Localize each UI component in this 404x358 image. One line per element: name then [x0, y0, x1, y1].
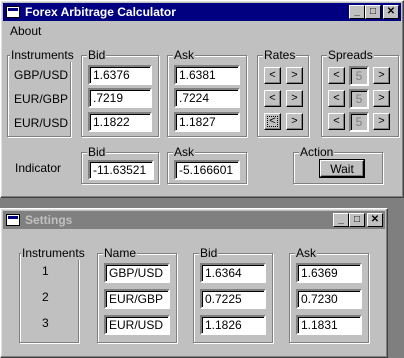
bid-group: Bid 1.6376 .7219 1.1822 — [81, 48, 159, 137]
rate-increase-eurgbp[interactable]: > — [286, 90, 303, 107]
main-window-title: Forex Arbitrage Calculator — [25, 5, 176, 19]
app-window-icon — [6, 6, 20, 18]
menu-about[interactable]: About — [4, 24, 47, 38]
ask-field-eurgbp[interactable]: .7224 — [174, 88, 240, 108]
action-group-label: Action — [299, 145, 335, 159]
minimize-button[interactable]: _ — [349, 5, 365, 19]
settings-ask-field-1[interactable]: 1.6369 — [296, 263, 362, 283]
settings-title-bar[interactable]: Settings — [3, 211, 385, 229]
settings-instruments-label: Instruments — [21, 246, 86, 260]
settings-ask-group: Ask 1.6369 0.7230 1.1831 — [289, 246, 369, 343]
indicator-bid-label: Bid — [87, 145, 107, 159]
spread-increase-gbpusd[interactable]: > — [373, 67, 390, 84]
ask-field-gbpusd[interactable]: 1.6381 — [174, 65, 240, 85]
settings-name-field-1[interactable]: GBP/USD — [104, 263, 170, 283]
indicator-label: Indicator — [15, 161, 62, 175]
settings-ask-field-3[interactable]: 1.1831 — [296, 315, 362, 335]
instruments-group-label: Instruments — [10, 48, 75, 62]
bid-field-eurusd[interactable]: 1.1822 — [88, 112, 152, 132]
settings-ask-field-2[interactable]: 0.7230 — [296, 289, 362, 309]
bid-field-eurgbp[interactable]: .7219 — [88, 88, 152, 108]
spread-decrease-gbpusd[interactable]: < — [328, 67, 345, 84]
settings-window: Settings _ □ ✕ Instruments 1 2 3 Name GB… — [0, 208, 388, 358]
settings-bid-field-3[interactable]: 1.1826 — [200, 315, 266, 335]
rate-increase-gbpusd[interactable]: > — [286, 67, 303, 84]
settings-name-field-2[interactable]: EUR/GBP — [104, 289, 170, 309]
settings-bid-field-2[interactable]: 0.7225 — [200, 289, 266, 309]
settings-name-group: Name GBP/USD EUR/GBP EUR/USD — [97, 246, 177, 343]
indicator-ask-field[interactable]: -5.166601 — [174, 160, 240, 180]
main-window: Forex Arbitrage Calculator _ □ ✕ About I… — [0, 0, 404, 198]
rates-group-label: Rates — [263, 48, 297, 62]
bid-field-gbpusd[interactable]: 1.6376 — [88, 65, 152, 85]
settings-index-3: 3 — [42, 316, 49, 330]
spread-field-eurusd: 5 — [349, 112, 369, 132]
spread-increase-eurgbp[interactable]: > — [373, 90, 390, 107]
spread-increase-eurusd[interactable]: > — [373, 113, 390, 130]
main-title-bar[interactable]: Forex Arbitrage Calculator — [3, 3, 401, 21]
settings-index-2: 2 — [42, 290, 49, 304]
spreads-group-label: Spreads — [327, 48, 374, 62]
indicator-ask-label: Ask — [173, 145, 196, 159]
settings-index-1: 1 — [42, 264, 49, 278]
rate-decrease-eurusd[interactable]: < — [264, 113, 281, 130]
instrument-label-eurgbp: EUR/GBP — [14, 92, 69, 106]
ask-field-eurusd[interactable]: 1.1827 — [174, 112, 240, 132]
settings-ask-label: Ask — [295, 246, 318, 260]
settings-bid-field-1[interactable]: 1.6364 — [200, 263, 266, 283]
main-title-buttons: _ □ ✕ — [349, 5, 399, 19]
settings-instruments-group: Instruments 1 2 3 — [19, 246, 86, 343]
rate-decrease-eurgbp[interactable]: < — [264, 90, 281, 107]
settings-minimize-button[interactable]: _ — [333, 213, 349, 227]
bid-group-label: Bid — [87, 48, 107, 62]
settings-window-title: Settings — [25, 213, 73, 227]
indicator-bid-field[interactable]: -11.63521 — [88, 160, 154, 180]
instruments-group: Instruments GBP/USD EUR/GBP EUR/USD — [7, 48, 75, 137]
menu-bar: About — [4, 22, 47, 40]
settings-title-buttons: _ □ ✕ — [333, 213, 383, 227]
instrument-label-eurusd: EUR/USD — [14, 116, 69, 130]
indicator-bid-group: Bid -11.63521 — [81, 145, 159, 184]
settings-maximize-button[interactable]: □ — [349, 213, 365, 227]
instrument-label-gbpusd: GBP/USD — [14, 68, 69, 82]
rate-increase-eurusd[interactable]: > — [286, 113, 303, 130]
maximize-button[interactable]: □ — [365, 5, 381, 19]
settings-name-field-3[interactable]: EUR/USD — [104, 315, 170, 335]
rate-decrease-gbpusd[interactable]: < — [264, 67, 281, 84]
rates-group: Rates < > < > < > — [257, 48, 309, 137]
wait-button[interactable]: Wait — [320, 160, 364, 177]
ask-group-label: Ask — [173, 48, 196, 62]
settings-name-label: Name — [103, 246, 138, 260]
action-group: Action Wait — [293, 145, 383, 184]
indicator-ask-group: Ask -5.166601 — [167, 145, 247, 184]
close-button[interactable]: ✕ — [383, 5, 399, 19]
settings-bid-group: Bid 1.6364 0.7225 1.1826 — [193, 246, 273, 343]
ask-group: Ask 1.6381 .7224 1.1827 — [167, 48, 247, 137]
spread-decrease-eurgbp[interactable]: < — [328, 90, 345, 107]
settings-bid-label: Bid — [199, 246, 219, 260]
settings-window-icon — [6, 214, 20, 226]
settings-close-button[interactable]: ✕ — [367, 213, 383, 227]
spread-field-gbpusd: 5 — [349, 66, 369, 86]
spreads-group: Spreads < 5 > < 5 > < 5 > — [321, 48, 399, 137]
spread-decrease-eurusd[interactable]: < — [328, 113, 345, 130]
spread-field-eurgbp: 5 — [349, 89, 369, 109]
